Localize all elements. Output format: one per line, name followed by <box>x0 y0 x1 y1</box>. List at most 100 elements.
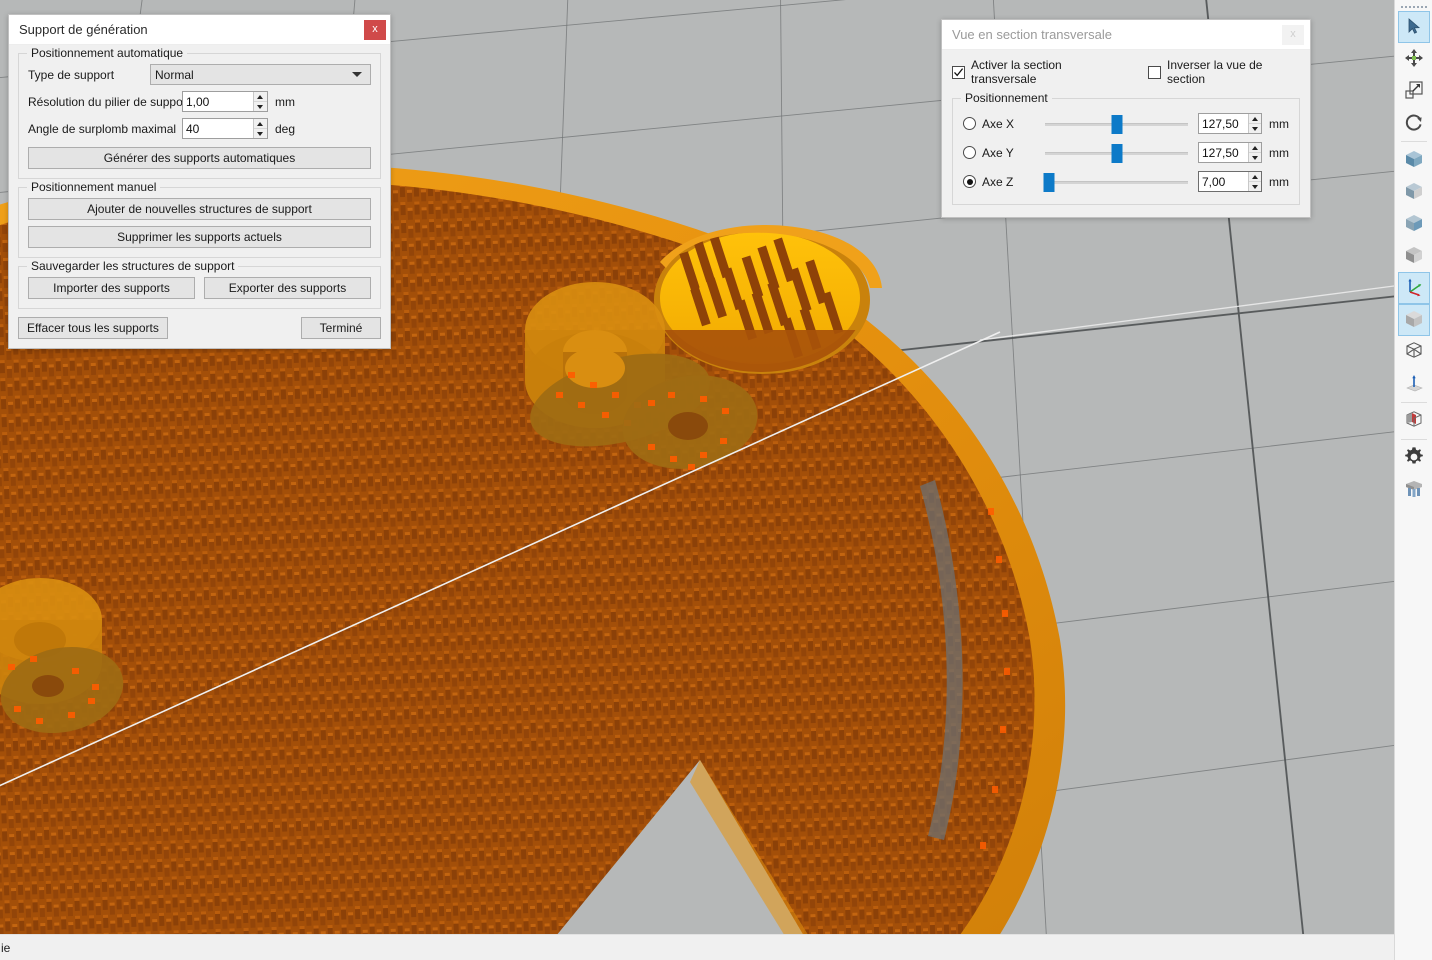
support-dialog-titlebar[interactable]: Support de génération x <box>9 15 390 45</box>
axis-indicator-toggle[interactable] <box>1397 272 1430 304</box>
export-supports-button[interactable]: Exporter des supports <box>204 277 371 299</box>
view-mode-1[interactable] <box>1398 144 1430 176</box>
cursor-icon <box>1405 17 1423 38</box>
max-overhang-input[interactable] <box>183 119 253 138</box>
import-export-row: Importer des supports Exporter des suppo… <box>28 277 371 299</box>
max-overhang-stepper[interactable] <box>182 118 268 139</box>
cross-section-title: Vue en section transversale <box>952 27 1112 42</box>
cross-section-body: Activer la section transversale Inverser… <box>942 50 1310 217</box>
checkbox-checked-icon <box>952 65 965 79</box>
supports-icon <box>1403 478 1425 503</box>
scale-tool[interactable] <box>1398 75 1430 107</box>
radio-unselected-icon <box>963 117 976 130</box>
radio-unselected-icon <box>963 146 976 159</box>
axis-y-increment[interactable] <box>1248 143 1261 153</box>
normals-toggle[interactable] <box>1398 368 1430 400</box>
invert-section-view-label: Inverser la vue de section <box>1167 58 1263 86</box>
cross-section-icon <box>1403 409 1425 434</box>
axis-z-slider[interactable] <box>1043 172 1188 192</box>
gear-icon <box>1403 446 1425 471</box>
pillar-resolution-spin-buttons[interactable] <box>252 92 267 111</box>
support-type-value: Normal <box>155 67 194 82</box>
axis-x-unit: mm <box>1269 116 1289 131</box>
axis-y-radio[interactable]: Axe Y <box>963 146 1035 160</box>
axis-z-radio[interactable]: Axe Z <box>963 175 1035 189</box>
wireframe-view-toggle[interactable] <box>1398 336 1430 368</box>
cube-blue-side-icon <box>1403 212 1425 237</box>
pillar-resolution-row: Résolution du pilier de support mm <box>28 91 371 112</box>
axis-x-stepper[interactable] <box>1198 113 1262 134</box>
toolbar-drag-handle[interactable] <box>1397 2 1431 11</box>
axis-z-stepper[interactable] <box>1198 171 1262 192</box>
pillar-resolution-decrement[interactable] <box>254 102 267 111</box>
cross-section-toggle[interactable] <box>1398 405 1430 437</box>
axis-y-spin-buttons[interactable] <box>1247 143 1261 162</box>
toolbar-separator <box>1400 141 1427 142</box>
max-overhang-decrement[interactable] <box>254 129 267 138</box>
invert-section-view-checkbox[interactable]: Inverser la vue de section <box>1148 58 1300 86</box>
pillar-resolution-stepper[interactable] <box>182 91 268 112</box>
axis-x-spin-buttons[interactable] <box>1247 114 1261 133</box>
pillar-resolution-increment[interactable] <box>253 92 267 102</box>
enable-cross-section-checkbox[interactable]: Activer la section transversale <box>952 58 1126 86</box>
positioning-group: Positionnement Axe X 127,50 mm Axe Y 127… <box>952 91 1300 205</box>
auto-positioning-group: Positionnement automatique Type de suppo… <box>18 46 381 179</box>
view-mode-3[interactable] <box>1398 208 1430 240</box>
rotate-icon <box>1404 112 1424 135</box>
cross-section-titlebar[interactable]: Vue en section transversale x <box>942 20 1310 50</box>
cross-section-close-button[interactable]: x <box>1282 24 1304 45</box>
move-arrows-icon <box>1404 48 1424 71</box>
rotate-tool[interactable] <box>1398 107 1430 139</box>
axis-z-slider-thumb[interactable] <box>1043 172 1055 192</box>
view-mode-2[interactable] <box>1398 176 1430 208</box>
cross-section-checkbox-row: Activer la section transversale Inverser… <box>952 58 1300 86</box>
axis-y-row: Axe Y mm <box>963 142 1289 163</box>
axis-x-radio[interactable]: Axe X <box>963 117 1035 131</box>
axes-xyz-icon <box>1403 276 1425 301</box>
move-tool[interactable] <box>1398 43 1430 75</box>
cube-blue-icon <box>1403 148 1425 173</box>
generate-automatic-supports-button[interactable]: Générer des supports automatiques <box>28 147 371 169</box>
max-overhang-spin-buttons[interactable] <box>252 119 267 138</box>
axis-z-input[interactable] <box>1199 172 1248 191</box>
axis-x-increment[interactable] <box>1248 114 1261 124</box>
axis-y-label: Axe Y <box>982 145 1014 160</box>
select-cursor-tool[interactable] <box>1397 11 1430 43</box>
save-structures-group: Sauvegarder les structures de support Im… <box>18 259 381 309</box>
axis-y-slider-thumb[interactable] <box>1111 143 1122 163</box>
done-button[interactable]: Terminé <box>301 317 381 339</box>
import-supports-button[interactable]: Importer des supports <box>28 277 195 299</box>
solid-view-toggle[interactable] <box>1397 304 1430 336</box>
delete-current-supports-button[interactable]: Supprimer les supports actuels <box>28 226 371 248</box>
support-type-select[interactable]: Normal <box>150 64 371 85</box>
cube-gray-top-icon <box>1403 180 1425 205</box>
pillar-resolution-unit: mm <box>275 94 295 109</box>
axis-x-slider-thumb[interactable] <box>1111 114 1122 134</box>
add-support-structures-button[interactable]: Ajouter de nouvelles structures de suppo… <box>28 198 371 220</box>
supports-button[interactable] <box>1398 474 1430 506</box>
support-dialog-body: Positionnement automatique Type de suppo… <box>9 45 390 348</box>
toolbar-separator-3 <box>1400 439 1427 440</box>
axis-x-input[interactable] <box>1199 114 1248 133</box>
settings-button[interactable] <box>1398 442 1430 474</box>
axis-y-input[interactable] <box>1199 143 1248 162</box>
clear-all-supports-button[interactable]: Effacer tous les supports <box>18 317 168 339</box>
view-mode-4[interactable] <box>1398 240 1430 272</box>
axis-x-slider[interactable] <box>1045 114 1188 134</box>
pillar-resolution-input[interactable] <box>183 92 253 111</box>
axis-z-increment[interactable] <box>1248 172 1261 182</box>
max-overhang-increment[interactable] <box>253 119 267 129</box>
axis-x-decrement[interactable] <box>1249 124 1261 133</box>
axis-y-decrement[interactable] <box>1249 153 1261 162</box>
axis-z-spin-buttons[interactable] <box>1247 172 1261 191</box>
manual-positioning-group: Positionnement manuel Ajouter de nouvell… <box>18 180 381 258</box>
right-toolbar[interactable] <box>1394 0 1432 960</box>
axis-y-stepper[interactable] <box>1198 142 1262 163</box>
status-bar: ie <box>0 934 1394 960</box>
axis-z-decrement[interactable] <box>1249 182 1261 191</box>
enable-cross-section-label: Activer la section transversale <box>971 58 1062 86</box>
support-dialog-close-button[interactable]: x <box>364 19 386 40</box>
application-window: ie Support de génération x Positionnemen… <box>0 0 1432 960</box>
delete-support-row: Supprimer les supports actuels <box>28 226 371 248</box>
axis-y-slider[interactable] <box>1045 143 1188 163</box>
